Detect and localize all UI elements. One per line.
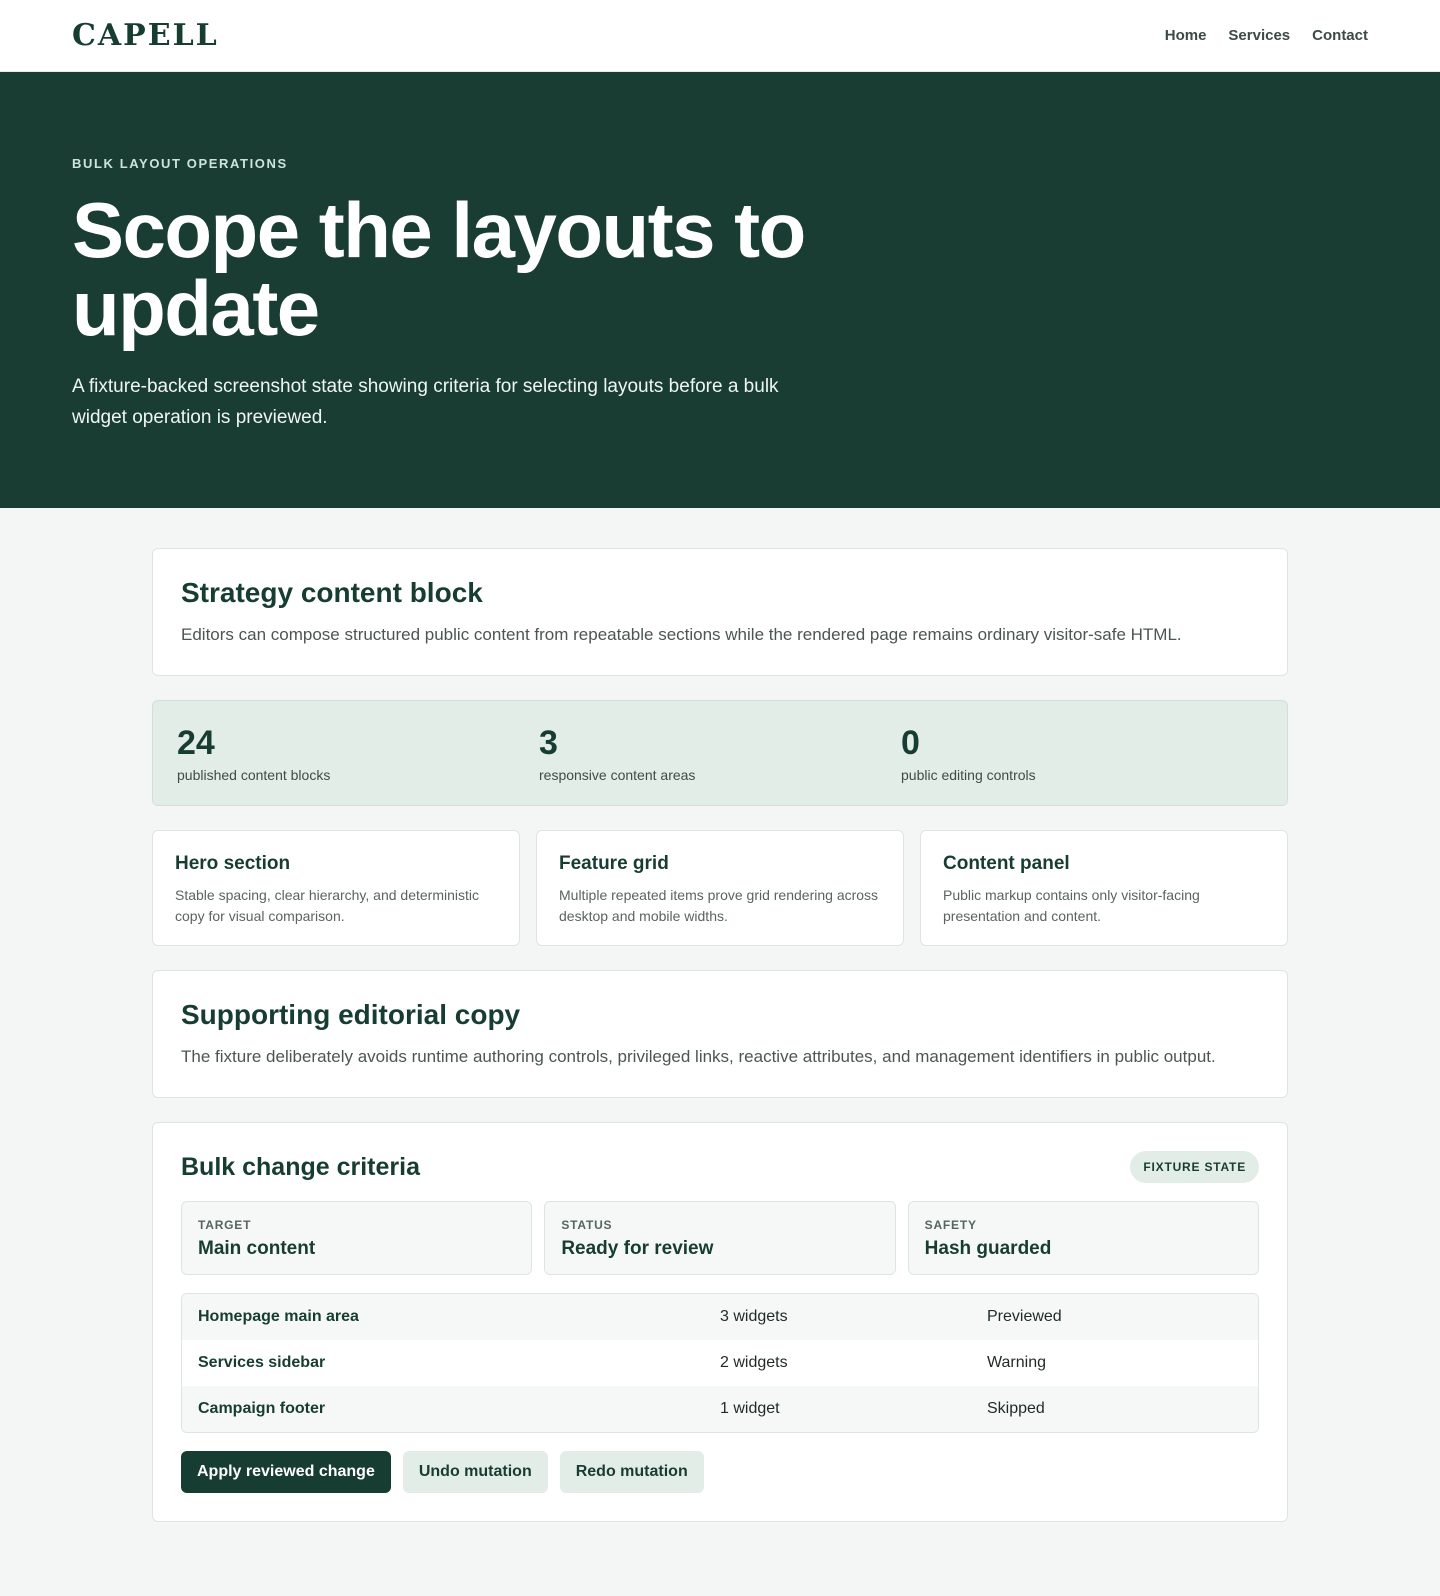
criteria-summary: TARGET Main content STATUS Ready for rev…: [181, 1201, 1259, 1275]
bulk-actions: Apply reviewed change Undo mutation Redo…: [181, 1451, 1259, 1493]
table-row: Services sidebar 2 widgets Warning: [182, 1340, 1258, 1386]
row-state: Previewed: [987, 1308, 1062, 1325]
layout-name: Services sidebar: [198, 1354, 326, 1371]
criterion-value: Ready for review: [561, 1238, 714, 1259]
feature-text: Public markup contains only visitor-faci…: [943, 887, 1200, 924]
criterion-status: STATUS Ready for review: [544, 1201, 896, 1275]
nav-link-contact[interactable]: Contact: [1312, 27, 1368, 44]
strategy-text: Editors can compose structured public co…: [181, 625, 1182, 644]
site-header: CAPELL Home Services Contact: [0, 0, 1440, 72]
strategy-title: Strategy content block: [181, 577, 483, 608]
fixture-state-badge: FIXTURE STATE: [1130, 1151, 1259, 1183]
feature-card: Content panel Public markup contains onl…: [920, 830, 1288, 946]
brand-logo[interactable]: CAPELL: [72, 18, 219, 53]
stat-value: 0: [901, 724, 920, 762]
feature-text: Multiple repeated items prove grid rende…: [559, 887, 879, 924]
stat-item: 3 responsive content areas: [539, 723, 901, 783]
criterion-value: Main content: [198, 1238, 316, 1259]
table-row: Campaign footer 1 widget Skipped: [182, 1386, 1258, 1432]
stat-label: published content blocks: [177, 767, 331, 783]
table-row: Homepage main area 3 widgets Previewed: [182, 1294, 1258, 1340]
row-state: Skipped: [987, 1400, 1045, 1417]
redo-mutation-button[interactable]: Redo mutation: [559, 1451, 704, 1493]
stat-item: 0 public editing controls: [901, 723, 1263, 783]
bulk-header: Bulk change criteria FIXTURE STATE: [181, 1151, 1259, 1183]
criterion-key: STATUS: [561, 1218, 613, 1232]
main-nav: Home Services Contact: [1165, 27, 1368, 44]
feature-card: Hero section Stable spacing, clear hiera…: [152, 830, 520, 946]
hero-section: BULK LAYOUT OPERATIONS Scope the layouts…: [0, 72, 1440, 508]
feature-grid: Hero section Stable spacing, clear hiera…: [152, 830, 1288, 946]
bulk-criteria-panel: Bulk change criteria FIXTURE STATE TARGE…: [152, 1122, 1288, 1522]
criterion-target: TARGET Main content: [181, 1201, 533, 1275]
supporting-text: The fixture deliberately avoids runtime …: [181, 1047, 1216, 1066]
widget-count: 2 widgets: [720, 1354, 788, 1371]
stats-band: 24 published content blocks 3 responsive…: [152, 700, 1288, 806]
hero-description: A fixture-backed screenshot state showin…: [72, 376, 779, 428]
stat-label: public editing controls: [901, 767, 1036, 783]
feature-text: Stable spacing, clear hierarchy, and det…: [175, 887, 480, 924]
hero-eyebrow: BULK LAYOUT OPERATIONS: [72, 156, 288, 171]
supporting-title: Supporting editorial copy: [181, 999, 521, 1030]
layouts-table: Homepage main area 3 widgets Previewed S…: [181, 1293, 1259, 1433]
criterion-key: SAFETY: [924, 1218, 977, 1232]
stat-value: 3: [539, 724, 558, 762]
strategy-block: Strategy content block Editors can compo…: [152, 548, 1288, 676]
widget-count: 1 widget: [720, 1400, 780, 1417]
row-state: Warning: [987, 1354, 1046, 1371]
criterion-safety: SAFETY Hash guarded: [907, 1201, 1259, 1275]
apply-change-button[interactable]: Apply reviewed change: [181, 1451, 391, 1493]
nav-link-services[interactable]: Services: [1228, 27, 1290, 44]
layout-name: Campaign footer: [198, 1400, 326, 1417]
stat-label: responsive content areas: [539, 767, 696, 783]
widget-count: 3 widgets: [720, 1308, 788, 1325]
stat-value: 24: [177, 724, 215, 762]
criterion-key: TARGET: [198, 1218, 252, 1232]
feature-card: Feature grid Multiple repeated items pro…: [536, 830, 904, 946]
feature-title: Content panel: [943, 853, 1070, 874]
bulk-title: Bulk change criteria: [181, 1152, 420, 1181]
layout-name: Homepage main area: [198, 1308, 359, 1325]
feature-title: Hero section: [175, 853, 291, 874]
stat-item: 24 published content blocks: [177, 723, 539, 783]
hero-title: Scope the layouts to update: [72, 186, 806, 352]
feature-title: Feature grid: [559, 853, 669, 874]
main-content: Strategy content block Editors can compo…: [152, 548, 1288, 1522]
supporting-block: Supporting editorial copy The fixture de…: [152, 970, 1288, 1098]
nav-link-home[interactable]: Home: [1165, 27, 1207, 44]
criterion-value: Hash guarded: [924, 1238, 1052, 1259]
undo-mutation-button[interactable]: Undo mutation: [402, 1451, 548, 1493]
